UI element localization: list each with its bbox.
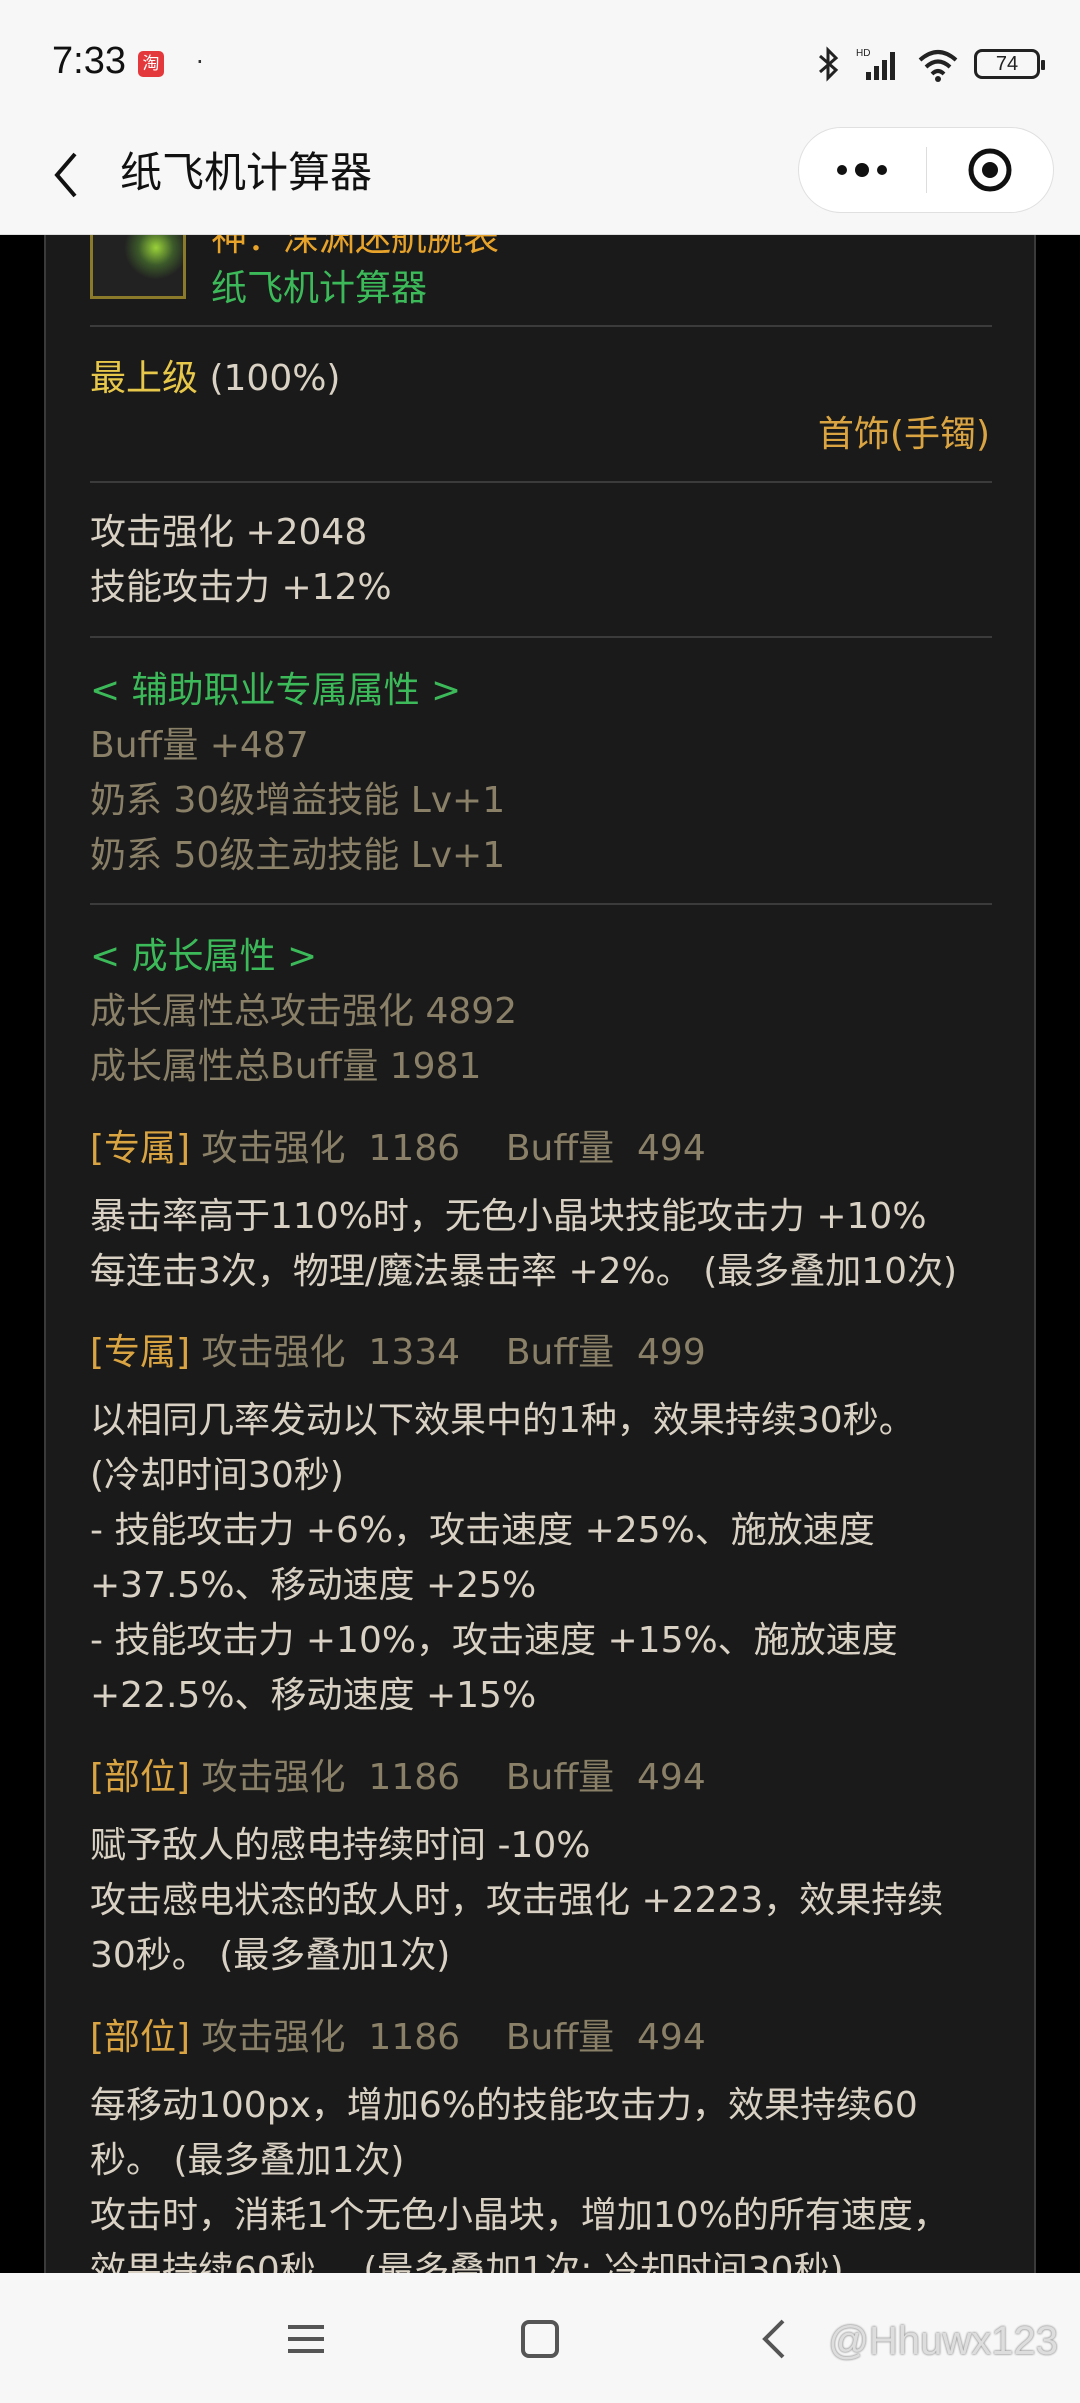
grade-label: 最上级 xyxy=(90,358,199,399)
signal-icon: HD xyxy=(856,48,895,80)
option-stat: 攻击强化 1186 Buff量 494 xyxy=(190,1128,706,1169)
status-icons: HD 74 xyxy=(816,44,1045,84)
bluetooth-icon xyxy=(819,46,839,82)
back-arrow-icon xyxy=(762,2319,785,2359)
option-header: [部位] 攻击强化 1186 Buff量 494 xyxy=(90,2010,706,2065)
item-grade: 最上级 (100%) xyxy=(90,351,340,406)
stat-attack: 攻击强化 +2048 xyxy=(90,512,368,553)
growth-line: 成长属性总攻击强化 4892 xyxy=(90,991,518,1032)
wifi-icon xyxy=(918,50,958,82)
option-line: 暴击率高于110%时，无色小晶块技能攻击力 +10% xyxy=(90,1196,927,1237)
option-stat: 攻击强化 1186 Buff量 494 xyxy=(190,2017,706,2058)
chevron-left-icon xyxy=(54,152,77,198)
item-detail-scroll[interactable]: 神：深渊迷航腕表 纸飞机计算器 最上级 (100%) 首饰(手镯) 攻击强化 +… xyxy=(0,235,1080,2273)
option-line: - 技能攻击力 +10%，攻击速度 +15%、施放速度 xyxy=(90,1620,898,1661)
home-square-icon xyxy=(521,2320,559,2358)
status-bar: 7:33 淘 · HD 74 xyxy=(0,0,1080,123)
option-line: (冷却时间30秒) xyxy=(90,1455,344,1496)
option-header: [专属] 攻击强化 1334 Buff量 499 xyxy=(90,1325,706,1380)
watermark: @Hhuwx123 xyxy=(828,2319,1058,2363)
option-line: 攻击时，消耗1个无色小晶块，增加10%的所有速度， xyxy=(90,2195,949,2236)
growth-header: < 成长属性 > xyxy=(90,936,318,977)
taobao-notification-icon: 淘 xyxy=(138,51,164,77)
support-header: < 辅助职业专属属性 > xyxy=(90,670,462,711)
item-icon xyxy=(90,235,186,299)
item-subtitle: 纸飞机计算器 xyxy=(211,268,428,309)
miniprogram-capsule xyxy=(798,127,1054,213)
divider xyxy=(90,481,992,483)
option-line: 每移动100px，增加6%的技能攻击力，效果持续60 xyxy=(90,2085,918,2126)
option-header: [部位] 攻击强化 1186 Buff量 494 xyxy=(90,1750,706,1805)
item-card: 神：深渊迷航腕表 纸飞机计算器 最上级 (100%) 首饰(手镯) 攻击强化 +… xyxy=(44,235,1036,2273)
growth-line: 成长属性总Buff量 1981 xyxy=(90,1046,482,1087)
option-tag: [部位] xyxy=(90,2017,191,2058)
option-stat: 攻击强化 1334 Buff量 499 xyxy=(190,1332,706,1373)
divider xyxy=(90,636,992,638)
support-line: 奶系 50级主动技能 Lv+1 xyxy=(90,835,506,876)
support-line: Buff量 +487 xyxy=(90,725,309,766)
more-dots-icon xyxy=(837,163,888,177)
option-line: 30秒。 (最多叠加1次) xyxy=(90,1935,451,1976)
option-line: 以相同几率发动以下效果中的1种，效果持续30秒。 xyxy=(90,1400,915,1441)
back-button[interactable] xyxy=(36,145,96,205)
option-stat: 攻击强化 1186 Buff量 494 xyxy=(190,1757,706,1798)
option-tag: [专属] xyxy=(90,1128,191,1169)
close-miniprogram-button[interactable] xyxy=(927,128,1054,212)
recents-button[interactable] xyxy=(276,2309,336,2369)
divider xyxy=(90,903,992,905)
stat-skill: 技能攻击力 +12% xyxy=(90,567,392,608)
option-line: +37.5%、移动速度 +25% xyxy=(90,1565,537,1606)
support-line: 奶系 30级增益技能 Lv+1 xyxy=(90,780,506,821)
option-line: - 技能攻击力 +6%，攻击速度 +25%、施放速度 xyxy=(90,1510,875,1551)
item-slot: 首饰(手镯) xyxy=(817,414,990,455)
home-button[interactable] xyxy=(510,2309,570,2369)
option-line: 攻击感电状态的敌人时，攻击强化 +2223，效果持续 xyxy=(90,1880,944,1921)
page-title: 纸飞机计算器 xyxy=(120,148,373,197)
option-header: [专属] 攻击强化 1186 Buff量 494 xyxy=(90,1121,706,1176)
option-line: 每连击3次，物理/魔法暴击率 +2%。 (最多叠加10次) xyxy=(90,1251,958,1292)
option-line: 效果持续60秒。 (最多叠加1次; 冷却时间30秒) xyxy=(90,2250,844,2273)
grade-value: (100%) xyxy=(198,358,341,399)
option-tag: [专属] xyxy=(90,1332,191,1373)
item-name: 神：深渊迷航腕表 xyxy=(211,235,500,259)
menu-icon xyxy=(288,2325,324,2353)
back-nav-button[interactable] xyxy=(744,2309,804,2369)
divider xyxy=(90,325,992,327)
option-line: 赋予敌人的感电持续时间 -10% xyxy=(90,1825,591,1866)
status-time: 7:33 xyxy=(52,40,126,82)
system-nav-bar: @Hhuwx123 xyxy=(0,2273,1080,2403)
battery-icon: 74 xyxy=(974,49,1045,79)
option-line: +22.5%、移动速度 +15% xyxy=(90,1675,537,1716)
target-close-icon xyxy=(968,148,1012,192)
more-button[interactable] xyxy=(799,128,926,212)
notification-dot: · xyxy=(196,48,204,76)
option-line: 秒。 (最多叠加1次) xyxy=(90,2140,405,2181)
nav-bar: 纸飞机计算器 xyxy=(0,123,1080,235)
svg-text:HD: HD xyxy=(856,48,870,59)
option-tag: [部位] xyxy=(90,1757,191,1798)
